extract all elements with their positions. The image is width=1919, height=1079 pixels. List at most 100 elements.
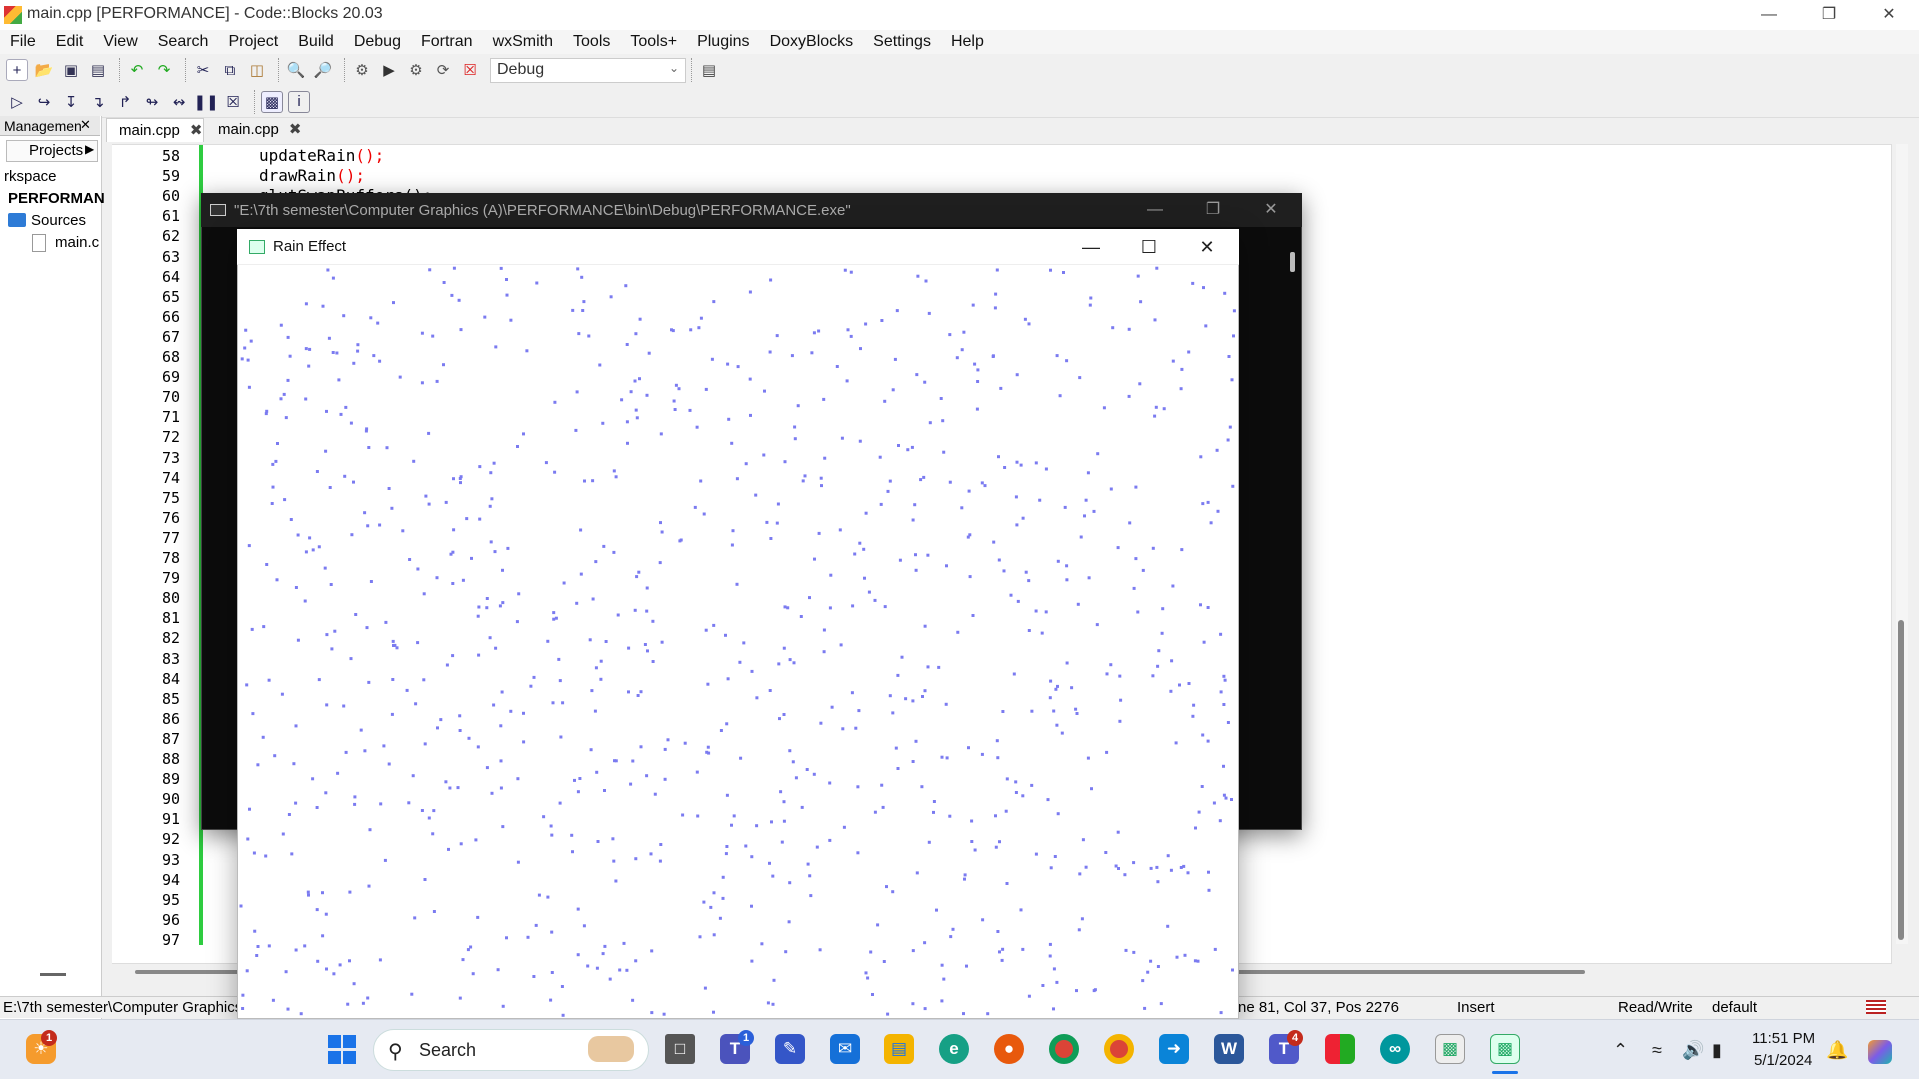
rain-drop [580,275,584,279]
rain-drop [1111,326,1115,330]
file-item[interactable]: main.c [55,234,99,251]
rain-drop [274,459,278,463]
console-close-button[interactable]: ✕ [1243,193,1299,227]
office-icon[interactable] [1325,1034,1355,1064]
replace-icon[interactable]: 🔎 [312,59,334,81]
chrome-profile-icon[interactable] [1104,1034,1134,1064]
restore-button[interactable]: ❐ [1799,0,1859,30]
new-file-icon[interactable]: + [6,59,28,81]
start-icon[interactable] [327,1034,357,1064]
close-button[interactable]: ✕ [1859,0,1919,30]
vertical-scroll-thumb[interactable] [1898,620,1904,940]
cut-icon[interactable]: ✂ [192,59,214,81]
editor-tab[interactable]: main.cpp ✖ [206,118,304,142]
task-view-icon[interactable]: □ [665,1034,695,1064]
console-minimize-button[interactable]: — [1127,193,1183,227]
menu-debug[interactable]: Debug [354,33,401,51]
menu-fortran[interactable]: Fortran [421,33,473,51]
rain-drop [849,334,853,338]
save-all-icon[interactable]: ▤ [87,59,109,81]
copilot-icon[interactable] [1868,1040,1892,1064]
menu-search[interactable]: Search [158,33,209,51]
redo-icon[interactable]: ↷ [153,59,175,81]
open-icon[interactable]: 📂 [33,59,55,81]
clock-time[interactable]: 11:51 PM [1752,1030,1815,1047]
build-target-select[interactable]: Debug ⌄ [490,57,686,83]
menu-help[interactable]: Help [951,33,984,51]
build-run-icon[interactable]: ⚙ [405,59,427,81]
menu-tools[interactable]: Tools [573,33,610,51]
rain-maximize-button[interactable]: ☐ [1120,229,1178,265]
run-icon[interactable]: ▶ [378,59,400,81]
minimize-button[interactable]: — [1739,0,1799,30]
step-into-instruction-icon[interactable]: ↭ [168,91,190,113]
firefox-icon[interactable]: ● [994,1034,1024,1064]
close-icon[interactable]: ✖ [190,122,203,139]
menu-edit[interactable]: Edit [56,33,84,51]
project-item[interactable]: PERFORMAN [8,190,105,207]
console-maximize-button[interactable]: ❐ [1185,193,1241,227]
copy-icon[interactable]: ⧉ [219,59,241,81]
volume-icon[interactable]: 🔊 [1682,1040,1704,1061]
next-instruction-icon[interactable]: ↬ [141,91,163,113]
wifi-icon[interactable]: ≈ [1652,1040,1662,1061]
run-to-cursor-icon[interactable]: ↪ [33,91,55,113]
workspace-item[interactable]: rkspace [4,168,57,185]
clock-date[interactable]: 5/1/2024 [1754,1052,1812,1069]
rebuild-icon[interactable]: ⟳ [432,59,454,81]
sources-folder[interactable]: Sources [31,212,86,229]
build-icon[interactable]: ⚙ [351,59,373,81]
editor-tab[interactable]: main.cpp ✖ [106,118,204,142]
menu-build[interactable]: Build [298,33,334,51]
chevron-right-icon[interactable]: ▶ [85,142,94,156]
rain-drop [458,996,462,1000]
find-icon[interactable]: 🔍 [285,59,307,81]
rain-drop [645,393,649,397]
stop-debugger-icon[interactable]: ☒ [222,91,244,113]
menu-doxyblocks[interactable]: DoxyBlocks [770,33,854,51]
menu-view[interactable]: View [103,33,137,51]
rain-close-button[interactable]: ✕ [1178,229,1236,265]
notification-bell-icon[interactable]: 🔔 [1826,1040,1848,1061]
next-line-icon[interactable]: ↧ [60,91,82,113]
chevron-up-icon[interactable]: ⌃ [1613,1040,1628,1061]
menu-project[interactable]: Project [228,33,278,51]
paste-icon[interactable]: ◫ [246,59,268,81]
rain-drop [361,1001,365,1005]
close-icon[interactable]: ✕ [80,117,91,133]
console-scroll-thumb[interactable] [1290,252,1295,272]
abort-icon[interactable]: ☒ [459,59,481,81]
undo-icon[interactable]: ↶ [126,59,148,81]
chrome-icon[interactable] [1049,1034,1079,1064]
menu-plugins[interactable]: Plugins [697,33,749,51]
rain-app-icon[interactable]: ▩ [1490,1034,1520,1064]
battery-icon[interactable]: ▮ [1712,1040,1722,1061]
menu-settings[interactable]: Settings [873,33,931,51]
step-into-icon[interactable]: ↴ [87,91,109,113]
save-icon[interactable]: ▣ [60,59,82,81]
arduino-icon[interactable]: ∞ [1380,1034,1410,1064]
debug-run-icon[interactable]: ▷ [6,91,28,113]
codeblocks-taskbar-icon[interactable]: ▩ [1435,1034,1465,1064]
rain-minimize-button[interactable]: — [1062,229,1120,265]
file-explorer-icon[interactable]: ▤ [884,1034,914,1064]
menu-tools-plus[interactable]: Tools+ [630,33,677,51]
step-out-icon[interactable]: ↱ [114,91,136,113]
info-icon[interactable]: i [288,90,310,113]
rain-drop [307,364,311,368]
menu-file[interactable]: File [10,33,36,51]
rain-drop [1118,674,1122,678]
mail-icon[interactable]: ✉ [830,1034,860,1064]
debug-windows-icon[interactable]: ▩ [261,90,283,113]
rain-drop [1003,466,1007,469]
show-target-icon[interactable]: ▤ [698,59,720,81]
menu-wxsmith[interactable]: wxSmith [493,33,553,51]
splitter-handle[interactable] [40,973,66,976]
break-icon[interactable]: ❚❚ [193,91,218,113]
edge-icon[interactable]: e [939,1034,969,1064]
close-icon[interactable]: ✖ [289,121,302,138]
remote-desktop-icon[interactable]: ➜ [1159,1034,1189,1064]
word-icon[interactable]: W [1214,1034,1244,1064]
editor-icon[interactable]: ✎ [775,1034,805,1064]
rain-drop [915,373,919,377]
